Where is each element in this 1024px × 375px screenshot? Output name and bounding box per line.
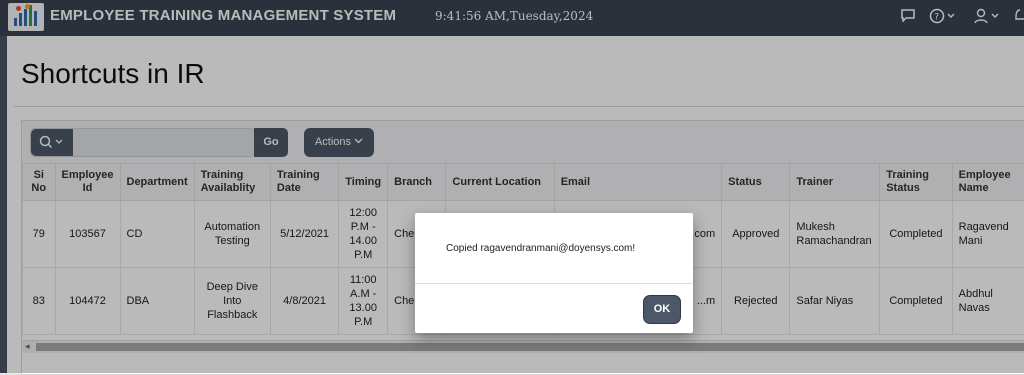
dialog-message: Copied ragavendranmani@doyensys.com! [446, 243, 635, 254]
dialog-divider [415, 283, 693, 284]
copy-confirmation-dialog: Copied ragavendranmani@doyensys.com! OK [415, 213, 693, 333]
ok-button[interactable]: OK [643, 295, 681, 324]
